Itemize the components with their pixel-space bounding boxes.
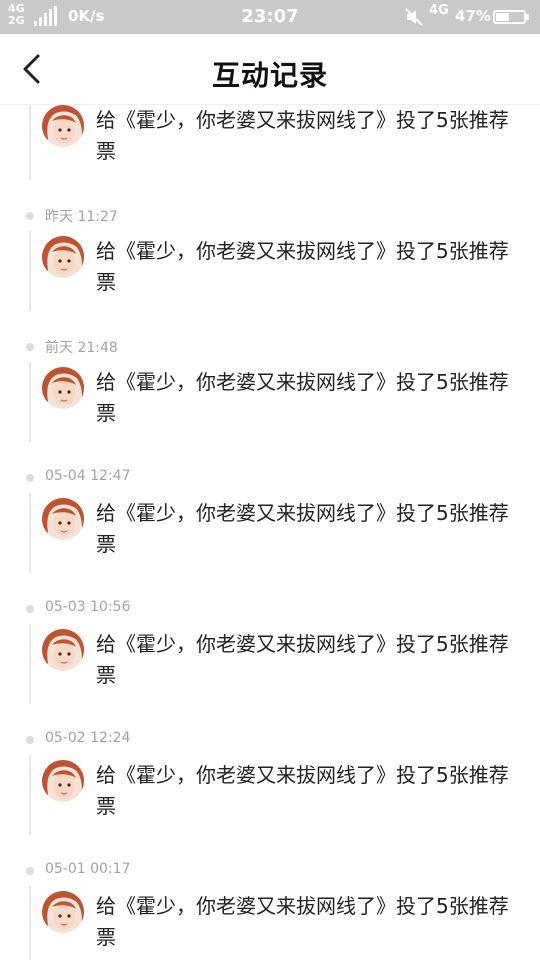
timeline-line [29, 231, 31, 311]
record-time: 05-02 12:24 [45, 730, 131, 746]
timeline-dot [26, 736, 34, 744]
timeline-dot [26, 867, 34, 875]
battery-icon [493, 10, 529, 24]
record-time: 05-03 10:56 [45, 599, 131, 615]
avatar[interactable] [42, 891, 84, 933]
timeline-line [29, 362, 31, 442]
timeline-line [29, 105, 31, 180]
timeline-dot [26, 474, 34, 482]
timeline-dot [26, 605, 34, 613]
avatar[interactable] [42, 760, 84, 802]
timeline-line [29, 755, 31, 835]
avatar[interactable] [42, 629, 84, 671]
status-bar: 4G 2G 0K/s 23:07 4G 47% [0, 0, 540, 34]
mute-icon [405, 8, 423, 26]
record-text[interactable]: 给《霍少，你老婆又来拔网线了》投了5张推荐票 [96, 236, 516, 298]
header-bar: 互动记录 [0, 34, 540, 105]
timeline-line [29, 886, 31, 960]
record-text[interactable]: 给《霍少，你老婆又来拔网线了》投了5张推荐票 [96, 498, 516, 560]
record-time: 昨天 11:27 [45, 209, 118, 225]
record-time: 05-04 12:47 [45, 468, 131, 484]
record-text[interactable]: 给《霍少，你老婆又来拔网线了》投了5张推荐票 [96, 629, 516, 691]
record-text[interactable]: 给《霍少，你老婆又来拔网线了》投了5张推荐票 [96, 891, 516, 953]
record-time: 05-01 00:17 [45, 861, 131, 877]
avatar[interactable] [42, 105, 84, 147]
timeline-line [29, 624, 31, 704]
timeline-dot [26, 343, 34, 351]
avatar[interactable] [42, 236, 84, 278]
record-text[interactable]: 给《霍少，你老婆又来拔网线了》投了5张推荐票 [96, 760, 516, 822]
record-text[interactable]: 给《霍少，你老婆又来拔网线了》投了5张推荐票 [96, 367, 516, 429]
timeline-line [29, 493, 31, 573]
avatar[interactable] [42, 367, 84, 409]
timeline-dot [26, 212, 34, 220]
record-time: 前天 21:48 [45, 340, 118, 356]
network-label: 4G [429, 3, 449, 18]
avatar[interactable] [42, 498, 84, 540]
record-list[interactable]: 给《霍少，你老婆又来拔网线了》投了5张推荐票 昨天 11:27 给《霍少，你老婆又… [0, 105, 540, 960]
page-title: 互动记录 [211, 59, 328, 92]
record-text[interactable]: 给《霍少，你老婆又来拔网线了》投了5张推荐票 [96, 105, 516, 167]
battery-percent: 47% [455, 7, 491, 25]
